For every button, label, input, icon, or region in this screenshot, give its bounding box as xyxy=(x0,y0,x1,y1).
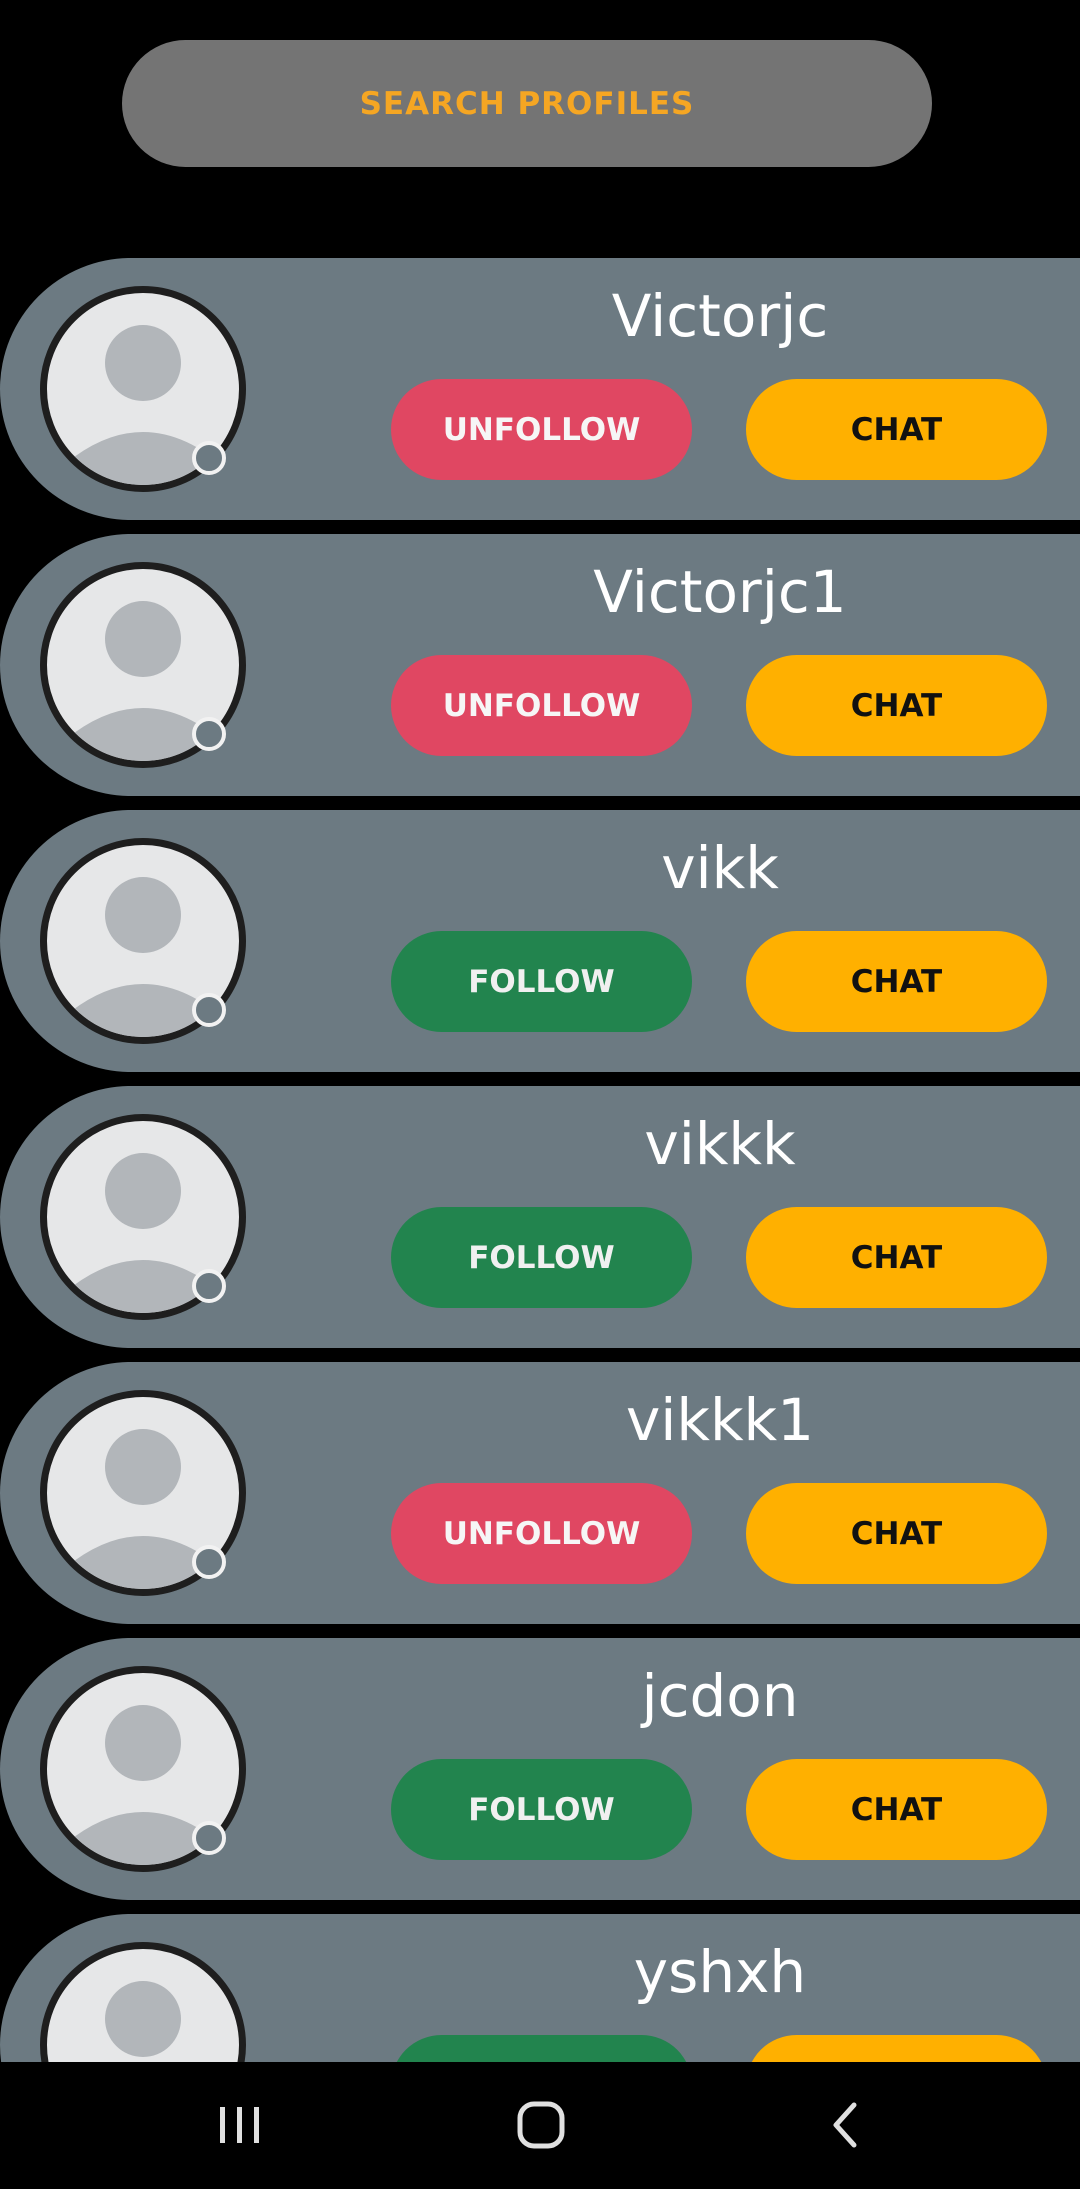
profile-list: Victorjc UNFOLLOW CHAT Victorjc1 UNFOLLO… xyxy=(0,258,1080,2062)
profile-card: Victorjc1 UNFOLLOW CHAT xyxy=(0,534,1080,796)
chat-button[interactable]: CHAT xyxy=(746,1483,1047,1584)
profile-card: yshxh FOLLOW CHAT xyxy=(0,1914,1080,2062)
profile-username: jcdon xyxy=(641,1662,799,1730)
follow-toggle-button[interactable]: UNFOLLOW xyxy=(391,1483,692,1584)
online-status-indicator xyxy=(192,717,226,751)
default-avatar-icon xyxy=(105,1981,181,2057)
online-status-indicator xyxy=(192,1269,226,1303)
profile-username: Victorjc xyxy=(611,282,829,350)
profile-username: yshxh xyxy=(633,1938,807,2006)
chat-button[interactable]: CHAT xyxy=(746,655,1047,756)
avatar[interactable] xyxy=(40,1942,246,2062)
back-icon xyxy=(833,2102,857,2148)
chat-button[interactable]: CHAT xyxy=(746,931,1047,1032)
profile-card: vikkk FOLLOW CHAT xyxy=(0,1086,1080,1348)
profile-username: Victorjc1 xyxy=(593,558,847,626)
chat-button[interactable]: CHAT xyxy=(746,1207,1047,1308)
chat-button[interactable]: CHAT xyxy=(746,2035,1047,2062)
search-profiles-button[interactable]: SEARCH PROFILES xyxy=(122,40,932,167)
home-icon xyxy=(517,2101,565,2149)
profile-list-viewport[interactable]: SEARCH PROFILES Victorjc UNFOLLOW CHAT V… xyxy=(0,0,1080,2062)
chat-button[interactable]: CHAT xyxy=(746,1759,1047,1860)
recents-icon xyxy=(220,2107,259,2143)
profile-card: Victorjc UNFOLLOW CHAT xyxy=(0,258,1080,520)
online-status-indicator xyxy=(192,1821,226,1855)
follow-toggle-button[interactable]: FOLLOW xyxy=(391,1759,692,1860)
back-button[interactable] xyxy=(805,2090,885,2160)
follow-toggle-button[interactable]: UNFOLLOW xyxy=(391,379,692,480)
follow-toggle-button[interactable]: UNFOLLOW xyxy=(391,655,692,756)
follow-toggle-button[interactable]: FOLLOW xyxy=(391,931,692,1032)
profile-username: vikk xyxy=(661,834,779,902)
follow-toggle-button[interactable]: FOLLOW xyxy=(391,2035,692,2062)
profile-card: vikkk1 UNFOLLOW CHAT xyxy=(0,1362,1080,1624)
recents-button[interactable] xyxy=(200,2090,280,2160)
profile-username: vikkk1 xyxy=(625,1386,815,1454)
online-status-indicator xyxy=(192,1545,226,1579)
system-navigation-bar xyxy=(0,2062,1080,2189)
chat-button[interactable]: CHAT xyxy=(746,379,1047,480)
profile-username: vikkk xyxy=(644,1110,796,1178)
profile-card: jcdon FOLLOW CHAT xyxy=(0,1638,1080,1900)
follow-toggle-button[interactable]: FOLLOW xyxy=(391,1207,692,1308)
online-status-indicator xyxy=(192,441,226,475)
online-status-indicator xyxy=(192,993,226,1027)
profile-card: vikk FOLLOW CHAT xyxy=(0,810,1080,1072)
home-button[interactable] xyxy=(501,2090,581,2160)
